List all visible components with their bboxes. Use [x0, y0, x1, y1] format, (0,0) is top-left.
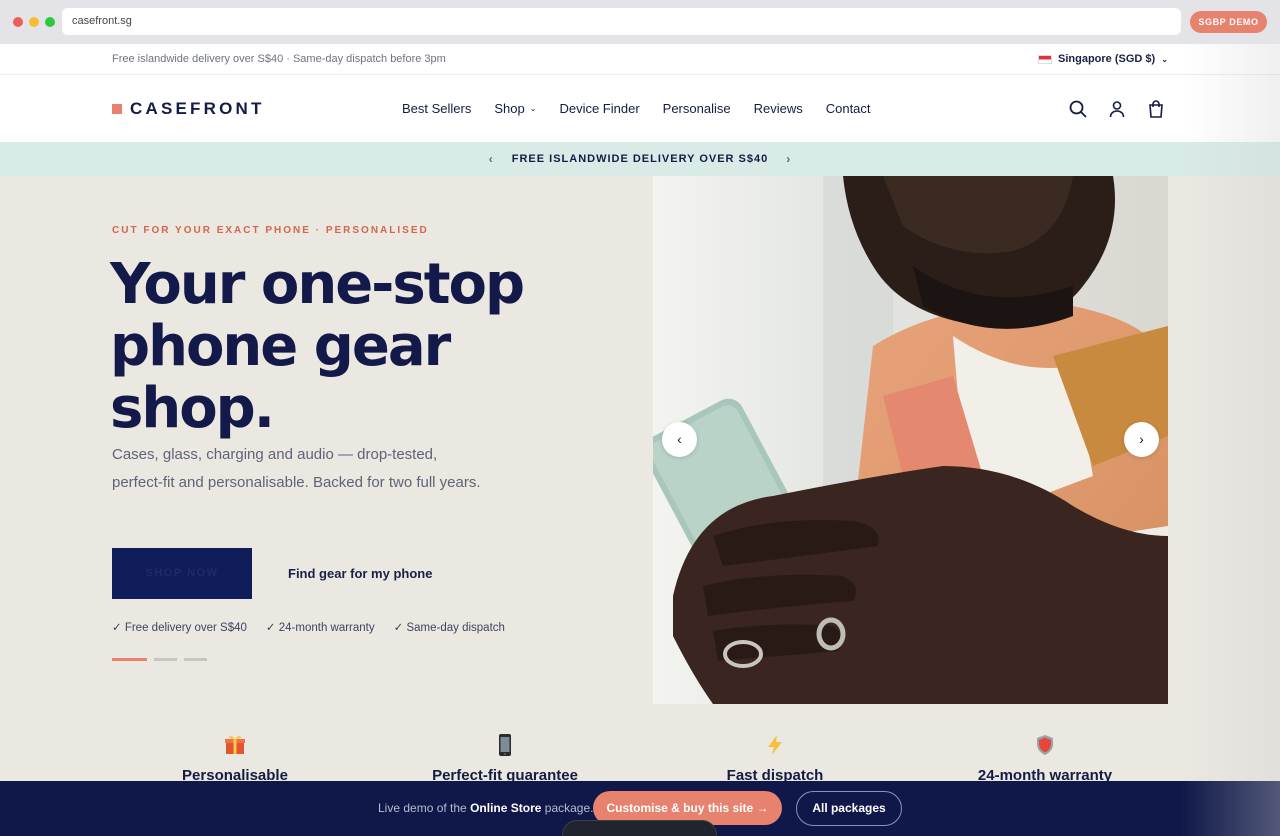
nav-personalise[interactable]: Personalise — [663, 101, 731, 116]
nav-shop[interactable]: Shop ⌄ — [494, 101, 536, 116]
chevron-down-icon: ⌄ — [529, 104, 537, 113]
hero-prev-button[interactable]: ‹ — [662, 422, 697, 457]
logo-text: CASEFRONT — [130, 99, 265, 118]
nav-device-finder[interactable]: Device Finder — [559, 101, 639, 116]
trust-delivery: ✓ Free delivery over S$40 — [112, 622, 247, 634]
cart-icon[interactable] — [1146, 99, 1166, 119]
feature-strip: Personalisable Perfect-fit guarantee Fas… — [0, 733, 1280, 784]
nav-reviews[interactable]: Reviews — [754, 101, 803, 116]
header-actions — [1068, 99, 1166, 119]
trust-dispatch: ✓ Same-day dispatch — [393, 622, 505, 634]
browser-chrome: casefront.sg SGBP DEMO — [0, 0, 1280, 44]
feature-perfect-fit: Perfect-fit guarantee — [405, 733, 605, 784]
nav-contact[interactable]: Contact — [826, 101, 871, 116]
main-nav: Best Sellers Shop ⌄ Device Finder Persona… — [402, 101, 871, 116]
slide-indicator-1[interactable] — [112, 658, 147, 661]
demo-text-suffix: package. — [544, 801, 594, 815]
account-icon[interactable] — [1107, 99, 1127, 119]
utility-promo-text: Free islandwide delivery over S$40 · Sam… — [112, 53, 446, 65]
logo-mark-icon — [112, 104, 122, 114]
site-header: CASEFRONT Best Sellers Shop ⌄ Device Find… — [0, 75, 1280, 142]
announcement-text: FREE ISLANDWIDE DELIVERY OVER S$40 — [511, 153, 769, 165]
slide-indicator-3[interactable] — [184, 658, 207, 661]
hero-next-button[interactable]: › — [1124, 422, 1159, 457]
floating-toolbar[interactable] — [562, 820, 717, 836]
chevron-down-icon: ⌄ — [1161, 54, 1168, 64]
hero-subtext: Cases, glass, charging and audio — drop-… — [112, 446, 481, 491]
address-bar[interactable]: casefront.sg — [62, 8, 1181, 35]
minimize-window-button[interactable] — [29, 17, 39, 27]
window-controls — [13, 17, 55, 27]
singapore-flag-icon — [1038, 54, 1052, 64]
trust-warranty: ✓ 24-month warranty — [265, 622, 375, 634]
feature-warranty: 24-month warranty — [945, 733, 1145, 784]
nav-best-sellers[interactable]: Best Sellers — [402, 101, 471, 116]
demo-text-prefix: Live demo of the — [378, 801, 467, 815]
search-icon[interactable] — [1068, 99, 1088, 119]
maximize-window-button[interactable] — [45, 17, 55, 27]
demo-badge[interactable]: SGBP DEMO — [1190, 11, 1267, 33]
find-gear-link[interactable]: Find gear for my phone — [288, 566, 432, 581]
feature-fast-dispatch: Fast dispatch — [675, 733, 875, 784]
demo-text-package: Online Store — [470, 801, 542, 815]
slide-indicator-2[interactable] — [154, 658, 177, 661]
shield-icon — [1037, 735, 1053, 755]
nav-shop-label: Shop — [494, 101, 525, 116]
region-selector[interactable]: Singapore (SGD $) ⌄ — [1038, 53, 1168, 65]
phone-icon — [499, 734, 511, 756]
shop-now-button[interactable]: SHOP NOW — [112, 548, 252, 599]
lightning-icon — [768, 735, 782, 755]
hero-headline: Your one-stop phone gear shop. — [110, 252, 525, 441]
all-packages-button[interactable]: All packages — [796, 791, 902, 826]
announcement-prev-button[interactable]: ‹ — [489, 152, 494, 166]
feature-personalisable: Personalisable — [135, 733, 335, 784]
hero-image: ‹ › — [653, 176, 1168, 704]
site-logo[interactable]: CASEFRONT — [112, 99, 265, 119]
utility-bar: Free islandwide delivery over S$40 · Sam… — [0, 44, 1280, 75]
hero-photo-person-holding-phone — [653, 176, 1168, 704]
region-label: Singapore (SGD $) — [1058, 53, 1156, 65]
announcement-next-button[interactable]: › — [786, 152, 791, 166]
gift-icon — [225, 735, 245, 754]
hero-eyebrow: CUT FOR YOUR EXACT PHONE · PERSONALISED — [112, 225, 429, 236]
close-window-button[interactable] — [13, 17, 23, 27]
trust-badges: ✓ Free delivery over S$40 ✓ 24-month war… — [112, 620, 505, 634]
demo-text: Live demo of the Online Store package. — [378, 801, 593, 815]
slide-indicators — [112, 658, 207, 661]
announcement-bar: ‹ FREE ISLANDWIDE DELIVERY OVER S$40 › — [0, 142, 1280, 176]
